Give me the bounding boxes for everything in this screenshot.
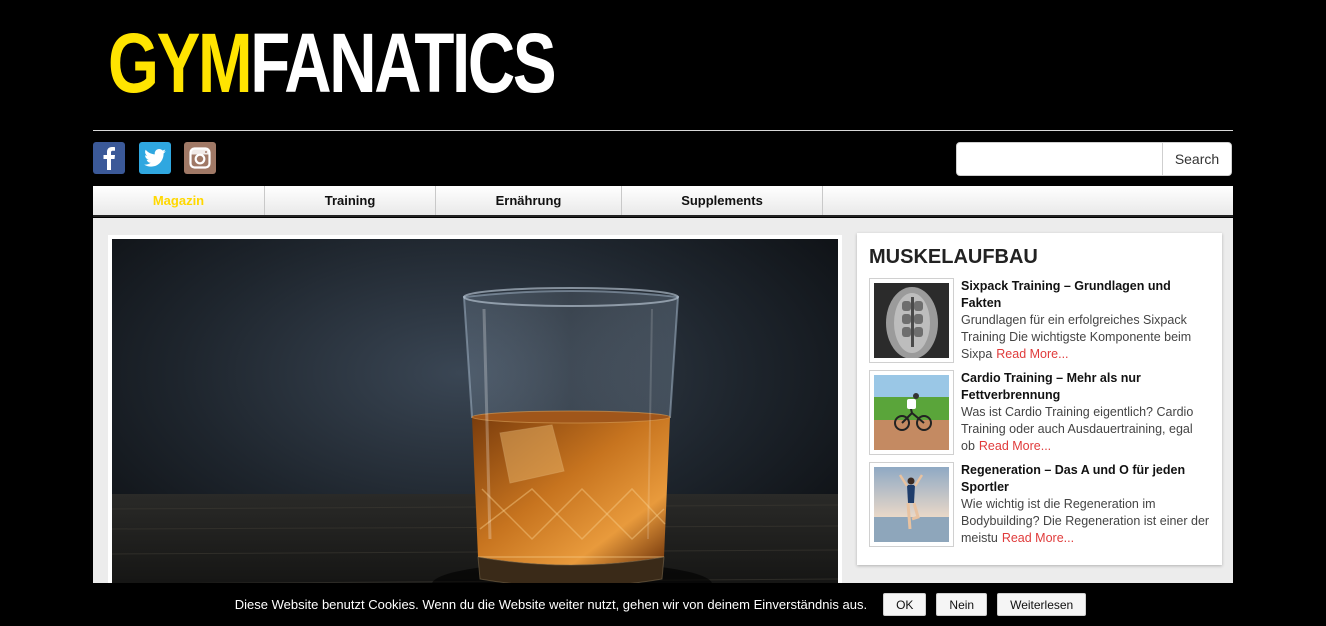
nav-item-training[interactable]: Training [265, 186, 436, 215]
cookie-consent-bar: Diese Website benutzt Cookies. Wenn du d… [0, 583, 1326, 626]
read-more-link[interactable]: Read More... [996, 347, 1068, 361]
read-more-link[interactable]: Read More... [979, 439, 1051, 453]
nav-item-magazin[interactable]: Magazin [93, 186, 265, 215]
post-thumbnail[interactable] [869, 278, 954, 363]
main-nav: Magazin Training Ernährung Supplements [93, 186, 1233, 217]
instagram-icon [189, 147, 211, 169]
facebook-link[interactable] [93, 142, 125, 174]
twitter-link[interactable] [139, 142, 171, 174]
cyclist-photo [874, 375, 949, 450]
instagram-link[interactable] [184, 142, 216, 174]
search-button[interactable]: Search [1162, 143, 1231, 175]
search-form: Search [956, 142, 1232, 176]
logo-fanatics-text: FANATICS [250, 16, 556, 110]
list-item: Cardio Training – Mehr als nur Fettverbr… [869, 370, 1210, 456]
sidebar-title: MUSKELAUFBAU [869, 246, 1038, 268]
sidebar-muskelaufbau: MUSKELAUFBAU Sixpack Training – Grundlag… [857, 233, 1222, 565]
nav-item-supplements[interactable]: Supplements [622, 186, 823, 215]
cookie-message: Diese Website benutzt Cookies. Wenn du d… [234, 597, 868, 612]
abs-photo [874, 283, 949, 358]
yoga-beach-photo [874, 467, 949, 542]
post-thumbnail[interactable] [869, 462, 954, 547]
logo-gym-text: GYM [108, 16, 253, 110]
search-input[interactable] [957, 143, 1162, 175]
cookie-decline-button[interactable]: Nein [936, 593, 988, 616]
twitter-icon [144, 149, 166, 167]
post-excerpt: Wie wichtig ist die Regeneration im Body… [961, 497, 1210, 545]
post-title[interactable]: Cardio Training – Mehr als nur Fettverbr… [961, 370, 1210, 404]
post-title[interactable]: Regeneration – Das A und O für jeden Spo… [961, 462, 1210, 496]
cookie-read-more-button[interactable]: Weiterlesen [997, 593, 1087, 616]
featured-article[interactable] [108, 235, 842, 626]
post-thumbnail[interactable] [869, 370, 954, 455]
nav-item-ernaehrung[interactable]: Ernährung [436, 186, 622, 215]
read-more-link[interactable]: Read More... [1002, 531, 1074, 545]
post-title[interactable]: Sixpack Training – Grundlagen und Fakten [961, 278, 1210, 312]
list-item: Sixpack Training – Grundlagen und Fakten… [869, 278, 1210, 364]
header-divider [93, 130, 1233, 131]
cookie-ok-button[interactable]: OK [883, 593, 927, 616]
whisky-glass-image [112, 239, 838, 622]
facebook-icon [103, 147, 115, 170]
list-item: Regeneration – Das A und O für jeden Spo… [869, 462, 1210, 548]
site-logo[interactable]: GYMFANATICS [108, 21, 557, 105]
